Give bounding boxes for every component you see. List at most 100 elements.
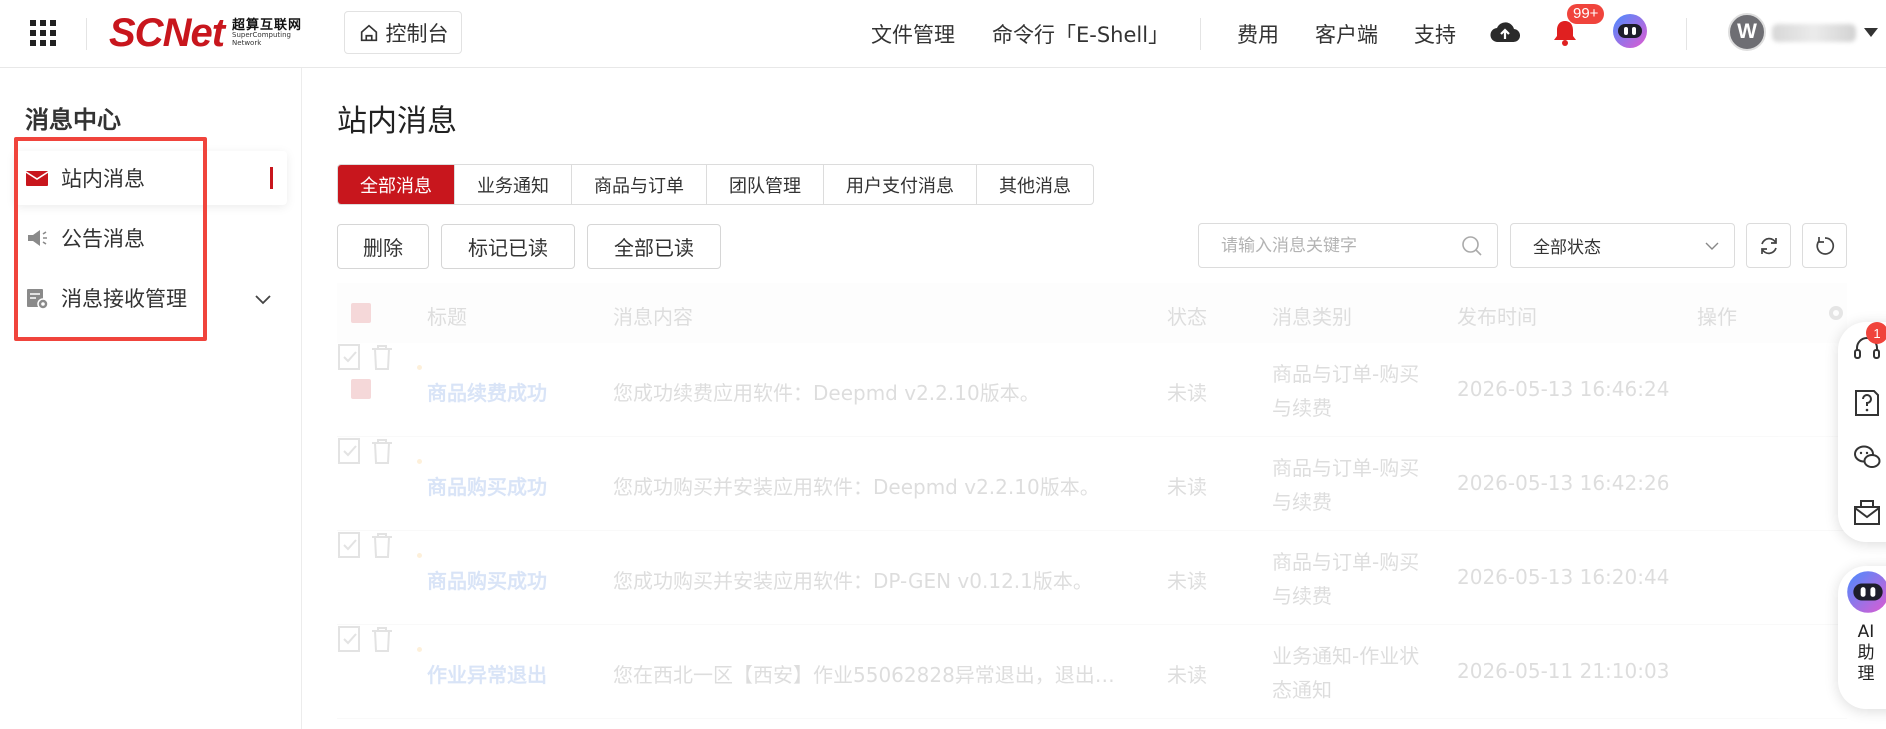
robot-assistant-icon[interactable] xyxy=(1612,13,1648,49)
wechat-icon[interactable] xyxy=(1852,442,1882,472)
row-content: 您成功购买并安装应用软件：DP-GEN v0.12.1版本。 xyxy=(613,569,1093,593)
trash-icon[interactable] xyxy=(369,343,395,371)
trash-icon[interactable] xyxy=(369,531,395,559)
select-all-checkbox[interactable] xyxy=(351,303,371,323)
caret-down-icon[interactable] xyxy=(1864,28,1878,37)
console-label: 控制台 xyxy=(385,21,449,46)
help-doc-icon[interactable] xyxy=(1852,388,1882,418)
table-row[interactable]: 商品购买成功 您成功购买并安装应用软件：DP-GEN v0.12.1版本。 未读… xyxy=(337,531,1847,625)
chevron-down-icon xyxy=(1705,242,1719,250)
gear-icon[interactable] xyxy=(1825,302,1847,324)
row-status: 未读 xyxy=(1167,381,1207,405)
sidebar-item-receive-settings[interactable]: 消息接收管理 xyxy=(15,271,287,325)
row-type: 业务通知-作业状 态通知 xyxy=(1272,639,1442,707)
tab-orders[interactable]: 商品与订单 xyxy=(572,165,707,204)
search-field xyxy=(1198,223,1498,268)
messages-table: 标题 消息内容 状态 消息类别 发布时间 操作 商品续费成功 您成功续费应用软件… xyxy=(337,283,1847,719)
divider xyxy=(86,18,87,50)
row-title[interactable]: 作业异常退出 xyxy=(427,659,547,688)
row-status: 未读 xyxy=(1167,569,1207,593)
robot-assistant-icon xyxy=(1847,571,1886,613)
ai-assistant-label: AI助理 xyxy=(1857,622,1875,684)
sidebar-item-site-messages[interactable]: 站内消息 xyxy=(15,151,287,205)
row-time: 2026-05-11 21:10:03 xyxy=(1457,659,1670,683)
sidebar-item-announcements[interactable]: 公告消息 xyxy=(15,211,287,265)
tab-business[interactable]: 业务通知 xyxy=(455,165,572,204)
row-checkbox[interactable] xyxy=(351,379,371,399)
row-content: 您在西北一区【西安】作业55062828异常退出，退出… xyxy=(613,663,1115,687)
nav-billing[interactable]: 费用 xyxy=(1237,19,1279,49)
row-title[interactable]: 商品购买成功 xyxy=(427,471,547,500)
row-status: 未读 xyxy=(1167,475,1207,499)
search-input[interactable] xyxy=(1221,235,1451,256)
row-status: 未读 xyxy=(1167,663,1207,687)
divider xyxy=(1200,18,1201,50)
mark-read-icon[interactable] xyxy=(337,625,363,653)
refresh-icon xyxy=(1815,236,1834,255)
delete-button[interactable]: 删除 xyxy=(337,224,429,269)
col-title: 标题 xyxy=(427,305,467,329)
row-title[interactable]: 商品购买成功 xyxy=(427,565,547,594)
tab-other[interactable]: 其他消息 xyxy=(977,165,1093,204)
nav-support[interactable]: 支持 xyxy=(1414,19,1456,49)
service-badge: 1 xyxy=(1866,322,1886,344)
floating-service-panel xyxy=(1838,322,1886,542)
row-type-line1: 商品与订单-购买 xyxy=(1272,456,1420,480)
row-title[interactable]: 商品续费成功 xyxy=(427,377,547,406)
tab-all[interactable]: 全部消息 xyxy=(338,165,455,204)
status-select-value: 全部状态 xyxy=(1533,238,1601,258)
table-row[interactable]: 作业异常退出 您在西北一区【西安】作业55062828异常退出，退出… 未读 业… xyxy=(337,625,1847,719)
mark-read-icon[interactable] xyxy=(337,437,363,465)
refresh-button[interactable] xyxy=(1802,223,1847,268)
search-icon[interactable] xyxy=(1461,235,1483,257)
col-time[interactable]: 发布时间 xyxy=(1457,301,1537,330)
trash-icon[interactable] xyxy=(369,625,395,653)
row-type-line1: 商品与订单-购买 xyxy=(1272,550,1420,574)
nav-file-management[interactable]: 文件管理 xyxy=(871,19,955,49)
chevron-down-icon[interactable] xyxy=(253,289,273,309)
row-type: 商品与订单-购买 与续费 xyxy=(1272,545,1442,613)
home-icon xyxy=(360,24,377,41)
unread-dot xyxy=(417,365,422,370)
user-name-redacted[interactable] xyxy=(1772,24,1856,42)
table-row[interactable]: 商品续费成功 您成功续费应用软件：Deepmd v2.2.10版本。 未读 商品… xyxy=(337,343,1847,437)
col-content: 消息内容 xyxy=(613,305,693,329)
mark-read-icon[interactable] xyxy=(337,343,363,371)
row-content: 您成功续费应用软件：Deepmd v2.2.10版本。 xyxy=(613,381,1040,405)
cloud-upload-icon[interactable] xyxy=(1490,20,1520,46)
nav-client[interactable]: 客户端 xyxy=(1315,19,1378,49)
col-actions: 操作 xyxy=(1697,305,1737,329)
row-type-line1: 商品与订单-购买 xyxy=(1272,362,1420,386)
trash-icon[interactable] xyxy=(369,437,395,465)
col-status: 状态 xyxy=(1167,305,1207,329)
active-indicator xyxy=(270,167,273,189)
row-type-line1: 业务通知-作业状 xyxy=(1272,644,1420,668)
console-button[interactable]: 控制台 xyxy=(344,11,462,54)
tab-payment[interactable]: 用户支付消息 xyxy=(824,165,977,204)
mark-all-read-button[interactable]: 全部已读 xyxy=(587,224,721,269)
app-grid-icon[interactable] xyxy=(30,20,56,46)
divider xyxy=(1686,18,1687,50)
envelope-icon xyxy=(25,171,49,186)
sidebar-item-label: 公告消息 xyxy=(61,227,145,251)
table-header: 标题 消息内容 状态 消息类别 发布时间 操作 xyxy=(337,283,1847,343)
status-select[interactable]: 全部状态 xyxy=(1510,223,1735,268)
nav-eshell[interactable]: 命令行「E-Shell」 xyxy=(992,19,1169,49)
megaphone-icon xyxy=(28,230,47,246)
sync-button[interactable] xyxy=(1746,223,1791,268)
row-type: 商品与订单-购买 与续费 xyxy=(1272,357,1442,425)
logo-mark: SCNet xyxy=(109,11,225,55)
table-row[interactable]: 商品购买成功 您成功购买并安装应用软件：Deepmd v2.2.10版本。 未读… xyxy=(337,437,1847,531)
sidebar: 消息中心 站内消息 公告消息 消息接收管理 xyxy=(0,68,302,729)
user-avatar[interactable]: W xyxy=(1728,13,1766,51)
row-type-line2: 与续费 xyxy=(1272,490,1332,514)
row-content: 您成功购买并安装应用软件：Deepmd v2.2.10版本。 xyxy=(613,475,1100,499)
sync-icon xyxy=(1760,237,1777,254)
mail-feedback-icon[interactable] xyxy=(1852,498,1882,528)
row-type-line2: 态通知 xyxy=(1272,678,1332,702)
tab-team[interactable]: 团队管理 xyxy=(707,165,824,204)
scnet-logo[interactable]: SCNet 超算互联网 SuperComputing Network xyxy=(109,12,302,54)
mark-read-icon[interactable] xyxy=(337,531,363,559)
mark-read-button[interactable]: 标记已读 xyxy=(441,224,575,269)
settings-doc-icon xyxy=(27,289,49,310)
